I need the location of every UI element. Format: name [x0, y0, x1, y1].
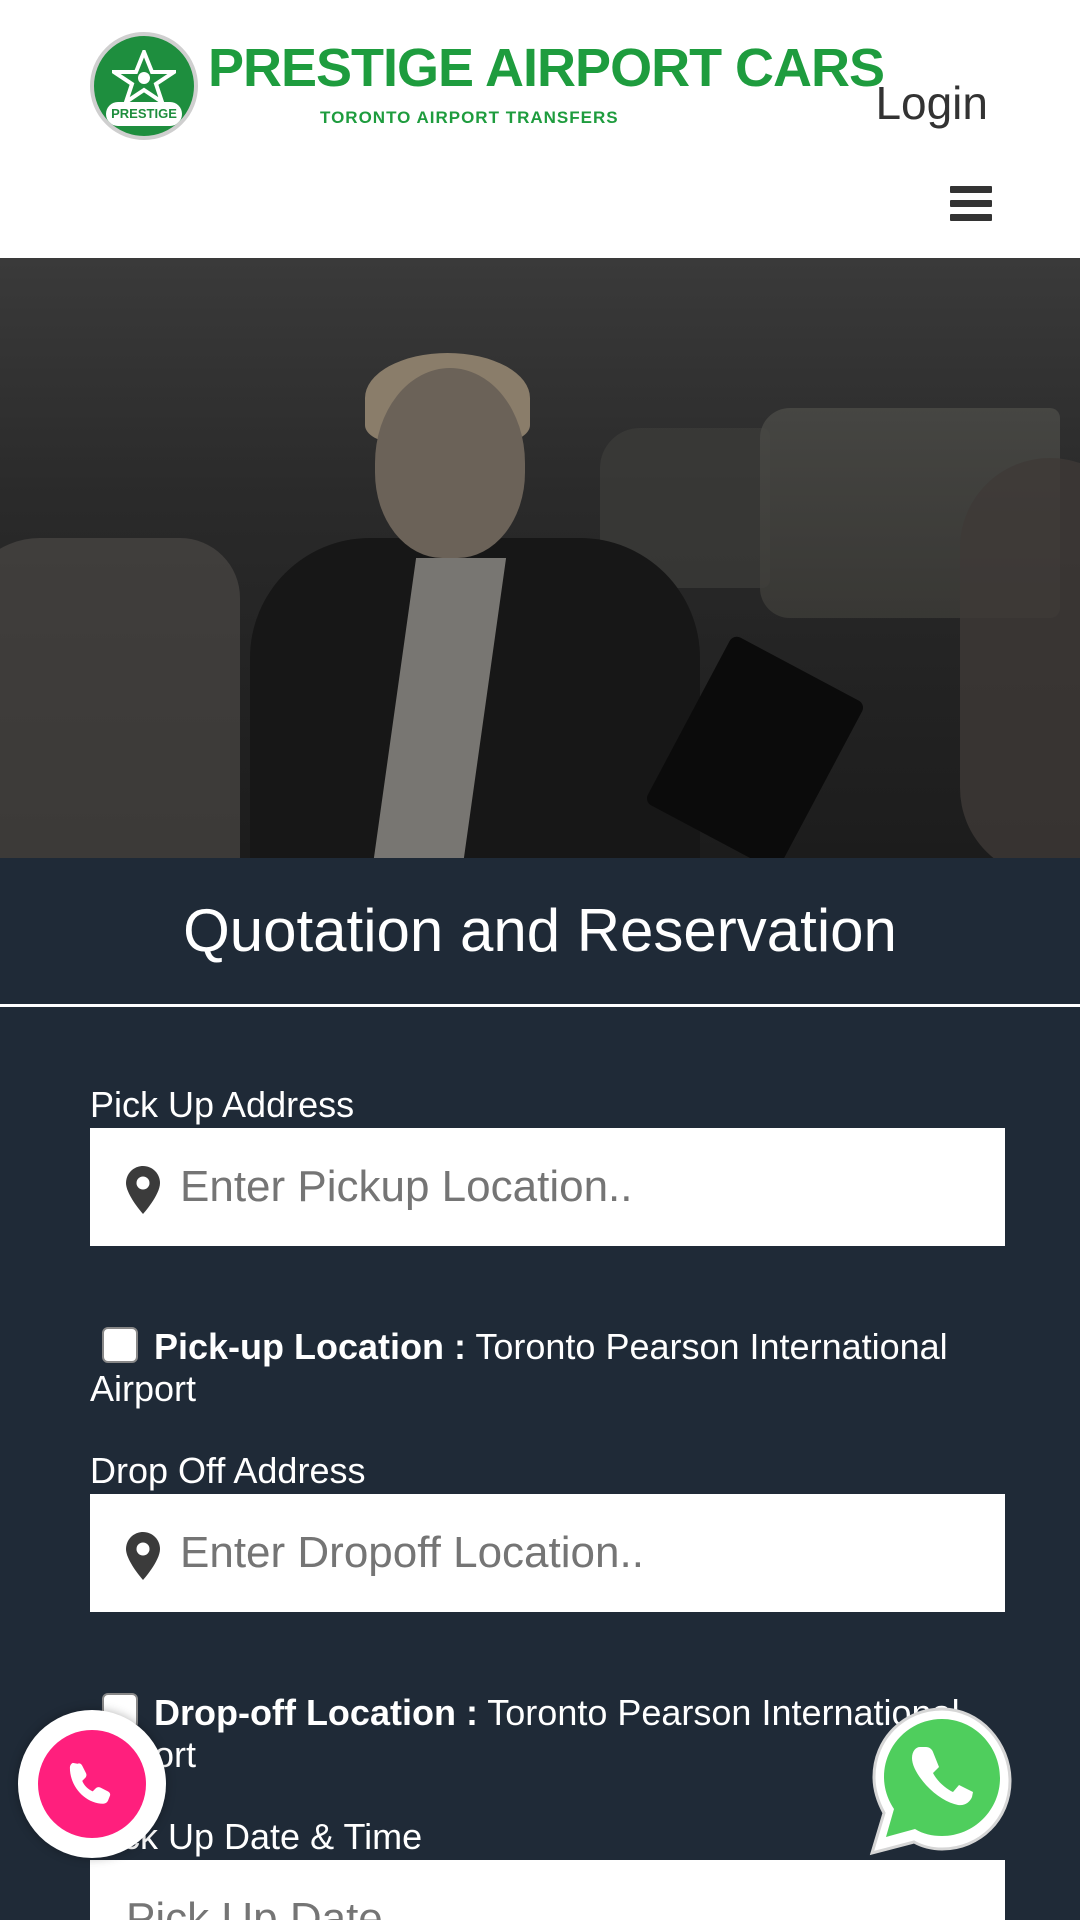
- hero-image: [0, 258, 1080, 858]
- login-link[interactable]: Login: [875, 76, 988, 130]
- map-pin-icon: [126, 1166, 160, 1214]
- form-title: Quotation and Reservation: [0, 858, 1080, 1007]
- dropoff-airport-option[interactable]: Drop-off Location : Toronto Pearson Inte…: [90, 1692, 990, 1776]
- dropoff-placeholder: Enter Dropoff Location..: [180, 1528, 644, 1577]
- pickup-airport-checkbox[interactable]: [102, 1327, 138, 1363]
- phone-icon: [69, 1762, 111, 1804]
- dropoff-location-label: Drop-off Location :: [154, 1692, 478, 1733]
- site-header: PRESTIGE PRESTIGE AIRPORT CARS TORONTO A…: [0, 0, 1080, 259]
- site-logo[interactable]: PRESTIGE PRESTIGE AIRPORT CARS TORONTO A…: [90, 32, 885, 142]
- logo-title: PRESTIGE AIRPORT CARS: [208, 38, 885, 98]
- pickup-location-label: Pick-up Location :: [154, 1326, 467, 1367]
- pickup-date-input[interactable]: Pick Up Date: [90, 1860, 1005, 1920]
- pickup-placeholder: Enter Pickup Location..: [180, 1162, 633, 1211]
- logo-subtitle: TORONTO AIRPORT TRANSFERS: [320, 108, 619, 127]
- dropoff-label: Drop Off Address: [90, 1450, 366, 1491]
- call-button[interactable]: [18, 1710, 166, 1858]
- map-pin-icon: [126, 1532, 160, 1580]
- dropoff-input[interactable]: Enter Dropoff Location..: [90, 1494, 1005, 1612]
- car-logo-icon: PRESTIGE: [90, 32, 198, 140]
- pickup-airport-option[interactable]: Pick-up Location : Toronto Pearson Inter…: [90, 1326, 990, 1410]
- pickup-label: Pick Up Address: [90, 1084, 355, 1125]
- pickup-date-placeholder: Pick Up Date: [126, 1894, 383, 1920]
- whatsapp-icon[interactable]: [864, 1703, 1020, 1859]
- hamburger-menu-icon[interactable]: [950, 186, 992, 222]
- logo-badge: PRESTIGE: [106, 102, 182, 126]
- pickup-input[interactable]: Enter Pickup Location..: [90, 1128, 1005, 1246]
